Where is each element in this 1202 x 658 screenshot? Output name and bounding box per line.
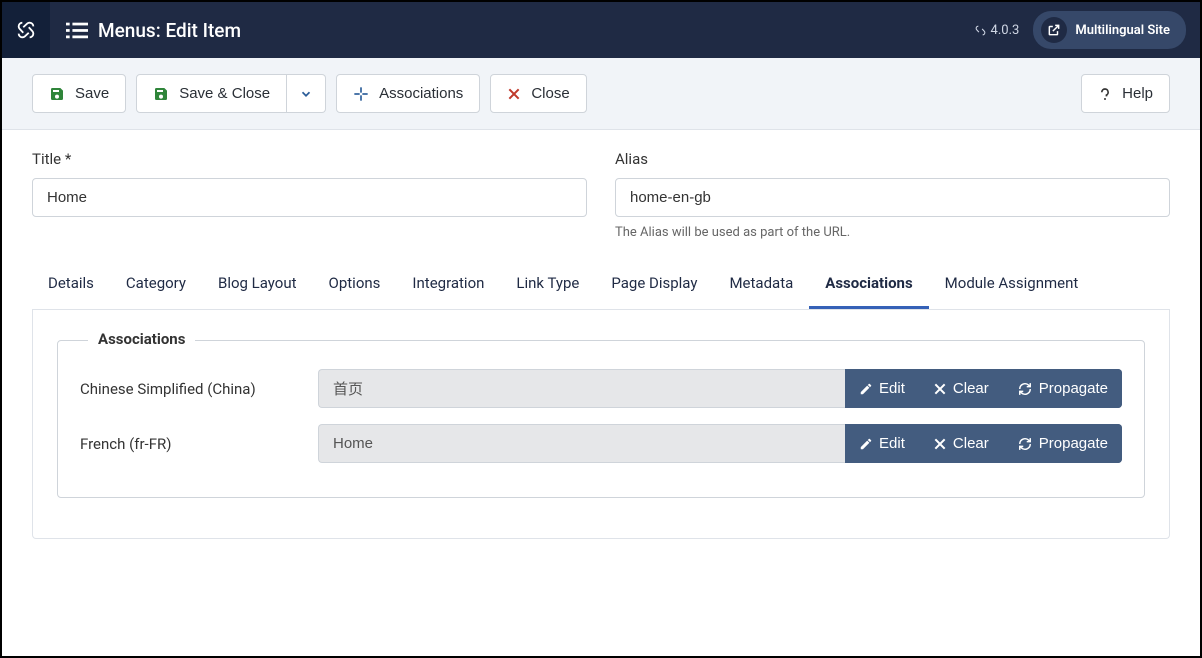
toolbar: Save Save & Close Associations Close (2, 58, 1200, 130)
fieldset-legend: Associations (88, 330, 195, 348)
save-icon (49, 86, 65, 102)
tab-details[interactable]: Details (32, 260, 110, 309)
save-icon (153, 86, 169, 102)
associations-fieldset: Associations Chinese Simplified (China)E… (57, 340, 1145, 498)
propagate-icon (1017, 382, 1033, 396)
tab-page-display[interactable]: Page Display (595, 260, 713, 309)
associations-button[interactable]: Associations (336, 74, 480, 113)
title-input[interactable] (32, 178, 587, 217)
edit-icon (859, 382, 873, 396)
alias-input[interactable] (615, 178, 1170, 217)
alias-hint: The Alias will be used as part of the UR… (615, 225, 1170, 240)
tab-associations[interactable]: Associations (809, 260, 928, 309)
alias-label: Alias (615, 150, 1170, 168)
tabs-nav: DetailsCategoryBlog LayoutOptionsIntegra… (32, 260, 1170, 310)
edit-button[interactable]: Edit (845, 369, 919, 408)
tab-category[interactable]: Category (110, 260, 202, 309)
title-label: Title * (32, 150, 587, 168)
site-label: Multilingual Site (1075, 23, 1170, 38)
close-icon (507, 87, 521, 101)
clear-icon (933, 382, 947, 396)
association-value-input[interactable] (318, 424, 845, 463)
page-title: Menus: Edit Item (98, 19, 241, 42)
association-value-input[interactable] (318, 369, 845, 408)
help-button[interactable]: Help (1081, 74, 1170, 113)
top-header: Menus: Edit Item 4.0.3 Multilingual Site (2, 2, 1200, 58)
chevron-down-icon (299, 87, 313, 101)
tab-module-assignment[interactable]: Module Assignment (929, 260, 1095, 309)
save-close-button[interactable]: Save & Close (136, 74, 287, 113)
associations-icon (353, 86, 369, 102)
save-button[interactable]: Save (32, 74, 126, 113)
tab-metadata[interactable]: Metadata (713, 260, 809, 309)
content-area: Title * Alias The Alias will be used as … (2, 130, 1200, 559)
list-icon (66, 20, 88, 40)
propagate-button[interactable]: Propagate (1003, 424, 1122, 463)
close-button[interactable]: Close (490, 74, 586, 113)
version-badge: 4.0.3 (974, 23, 1020, 38)
save-dropdown-button[interactable] (287, 74, 326, 113)
propagate-icon (1017, 437, 1033, 451)
association-row: French (fr-FR) EditClearPropagate (80, 424, 1122, 463)
tab-options[interactable]: Options (313, 260, 397, 309)
tab-panel-associations: Associations Chinese Simplified (China) E… (32, 310, 1170, 539)
tab-blog-layout[interactable]: Blog Layout (202, 260, 313, 309)
clear-icon (933, 437, 947, 451)
tab-integration[interactable]: Integration (396, 260, 500, 309)
site-link[interactable]: Multilingual Site (1033, 11, 1186, 49)
edit-button[interactable]: Edit (845, 424, 919, 463)
help-icon (1098, 86, 1112, 102)
propagate-button[interactable]: Propagate (1003, 369, 1122, 408)
clear-button[interactable]: Clear (919, 369, 1003, 408)
save-close-group: Save & Close (136, 74, 326, 113)
edit-icon (859, 437, 873, 451)
clear-button[interactable]: Clear (919, 424, 1003, 463)
tab-link-type[interactable]: Link Type (500, 260, 595, 309)
association-language-label: Chinese Simplified (China) (80, 380, 318, 398)
association-language-label: French (fr-FR) (80, 435, 318, 453)
external-link-icon (1041, 17, 1067, 43)
joomla-logo (2, 2, 50, 58)
association-row: Chinese Simplified (China) EditClearPropa… (80, 369, 1122, 408)
version-text: 4.0.3 (991, 23, 1020, 38)
